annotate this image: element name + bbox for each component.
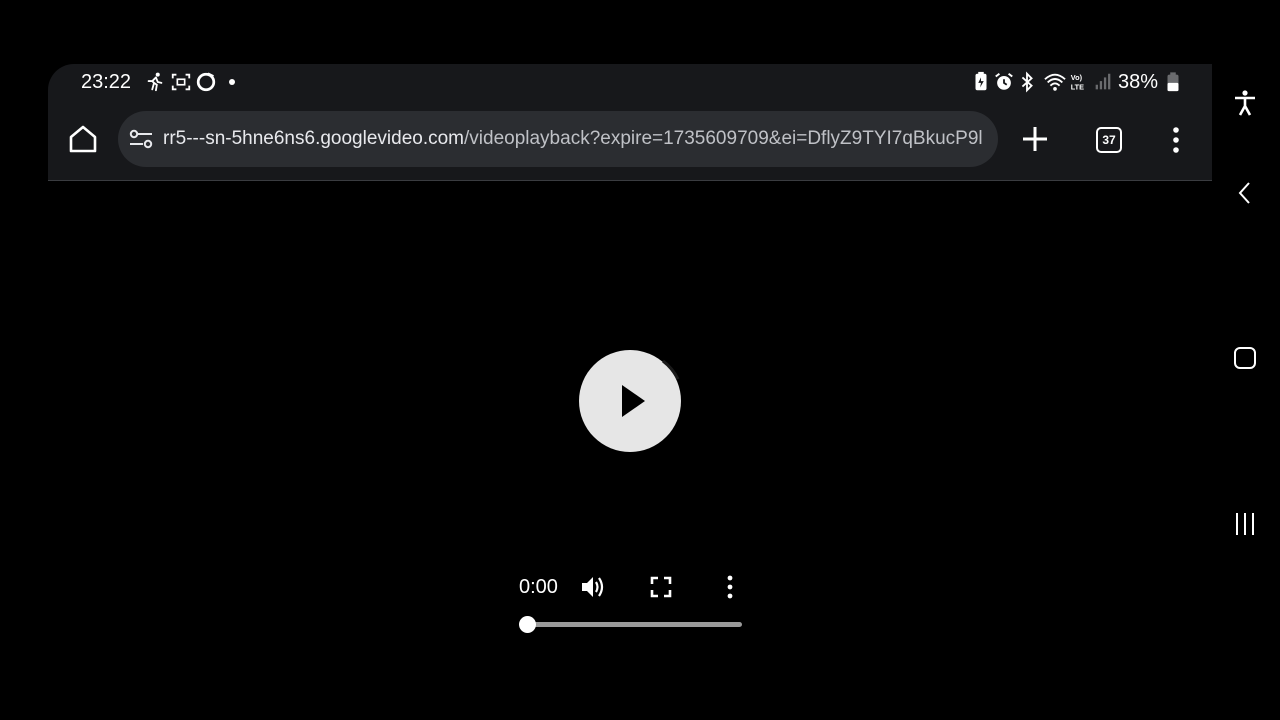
more-menu-icon[interactable] [1166, 126, 1186, 154]
alarm-icon [995, 72, 1013, 90]
url-path: /videoplayback?expire=1735609709&ei=Dfly… [464, 128, 983, 149]
toolbar-divider [48, 180, 1212, 181]
volume-icon[interactable] [579, 574, 605, 600]
battery-percent: 38% [1118, 71, 1159, 93]
volte-icon: Vo) LTE [1071, 73, 1084, 91]
circle-app-icon [196, 72, 216, 92]
svg-text:Vo): Vo) [1071, 73, 1083, 82]
new-tab-plus-icon[interactable] [1020, 124, 1050, 154]
svg-text:LTE: LTE [1071, 82, 1084, 91]
tab-switcher-icon[interactable]: 37 [1096, 127, 1122, 153]
url-host: rr5---sn-5hne6ns6.googlevideo.com [163, 128, 464, 149]
battery-icon [1167, 72, 1179, 92]
site-settings-icon[interactable] [128, 127, 154, 151]
video-current-time: 0:00 [519, 576, 558, 598]
bluetooth-icon [1021, 71, 1033, 93]
signal-icon [1095, 73, 1111, 90]
recents-icon[interactable] [1232, 510, 1258, 538]
running-icon [147, 72, 163, 92]
home-icon[interactable] [66, 122, 100, 156]
play-button[interactable] [578, 349, 682, 453]
video-progress-thumb[interactable] [519, 616, 536, 633]
url-text[interactable]: rr5---sn-5hne6ns6.googlevideo.com/videop… [163, 127, 986, 151]
fullscreen-icon[interactable] [648, 574, 674, 600]
accessibility-icon[interactable] [1232, 89, 1258, 117]
browser-toolbar: 23:22 Vo) LTE 38% rr5---sn-5hne6ns6.goog… [48, 64, 1212, 180]
status-bar: 23:22 Vo) LTE 38% [48, 64, 1212, 100]
phone-screen: 23:22 Vo) LTE 38% rr5---sn-5hne6ns6.goog… [48, 64, 1212, 720]
address-bar[interactable]: rr5---sn-5hne6ns6.googlevideo.com/videop… [118, 111, 998, 167]
system-nav-bar [1212, 0, 1280, 720]
status-time: 23:22 [81, 71, 132, 93]
video-progress-track[interactable] [521, 622, 742, 627]
home-square-icon[interactable] [1232, 344, 1258, 372]
notification-dot [229, 79, 235, 85]
battery-saver-icon [975, 71, 987, 91]
more-options-icon[interactable] [717, 574, 743, 600]
wifi-icon [1044, 73, 1066, 91]
screen-record-icon [171, 73, 191, 91]
back-icon[interactable] [1232, 179, 1258, 207]
